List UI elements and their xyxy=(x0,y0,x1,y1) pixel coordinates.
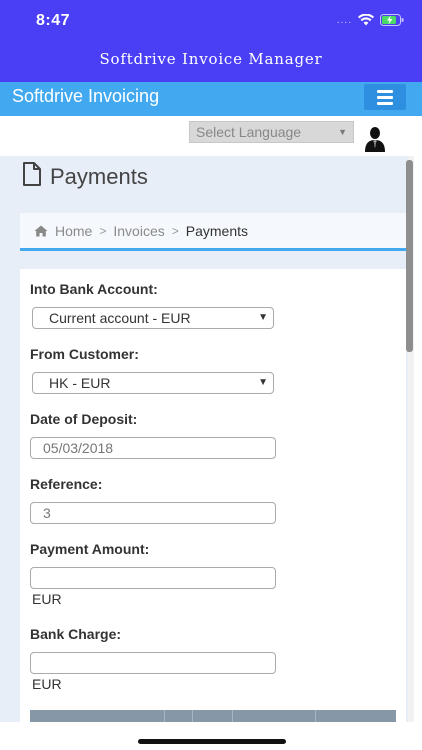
payment-amount-input[interactable] xyxy=(30,567,276,589)
page-title: Payments xyxy=(50,163,148,189)
app-title-bar: Softdrive Invoice Manager xyxy=(0,44,422,82)
app-title: Softdrive Invoice Manager xyxy=(99,50,323,68)
bank-charge-input[interactable] xyxy=(30,652,276,674)
bank-account-label: Into Bank Account: xyxy=(30,281,158,297)
document-icon xyxy=(22,162,42,191)
customer-value: HK - EUR xyxy=(49,375,111,391)
menu-bar-icon xyxy=(377,89,393,93)
breadcrumb-home-link[interactable]: Home xyxy=(55,223,92,239)
date-label: Date of Deposit: xyxy=(30,411,138,427)
bank-account-value: Current account - EUR xyxy=(49,310,191,326)
caret-down-icon: ▼ xyxy=(258,312,268,323)
table-header-cell xyxy=(233,710,316,722)
customer-select[interactable]: HK - EUR ▼ xyxy=(32,372,274,394)
menu-bar-icon xyxy=(377,95,393,99)
chevron-right-icon: > xyxy=(99,223,107,238)
table-header-cell xyxy=(30,710,165,722)
bottom-safe-area xyxy=(0,722,422,750)
home-indicator[interactable] xyxy=(138,739,286,744)
language-select[interactable]: Select Language ▼ xyxy=(189,121,354,143)
bank-charge-label: Bank Charge: xyxy=(30,626,122,642)
user-avatar-icon[interactable] xyxy=(364,126,386,157)
breadcrumb-current: Payments xyxy=(185,222,248,239)
breadcrumb-invoices-link[interactable]: Invoices xyxy=(113,223,164,239)
bank-charge-currency: EUR xyxy=(32,676,62,692)
brand-link[interactable]: Softdrive Invoicing xyxy=(12,86,159,107)
page-heading: Payments xyxy=(22,162,148,191)
language-select-label: Select Language xyxy=(196,124,302,140)
menu-bar-icon xyxy=(377,101,393,105)
reference-input[interactable]: 3 xyxy=(30,502,276,524)
breadcrumb: Home > Invoices > Payments xyxy=(20,213,406,251)
table-header xyxy=(30,710,396,722)
bank-account-select[interactable]: Current account - EUR ▼ xyxy=(32,307,274,329)
hamburger-menu-button[interactable] xyxy=(364,84,406,110)
language-row: Select Language ▼ xyxy=(0,116,422,156)
chevron-right-icon: > xyxy=(171,223,179,238)
scrollbar-thumb[interactable] xyxy=(406,160,413,352)
signal-icon: .... xyxy=(336,14,352,26)
caret-down-icon: ▼ xyxy=(338,127,347,137)
caret-down-icon: ▼ xyxy=(258,377,268,388)
table-header-cell xyxy=(165,710,193,722)
status-bar: 8:47 .... xyxy=(0,0,422,44)
payment-amount-currency: EUR xyxy=(32,591,62,607)
main-content: Payments Home > Invoices > Payments Into… xyxy=(0,156,408,722)
table-header-cell xyxy=(193,710,233,722)
battery-charging-icon xyxy=(380,14,404,26)
table-header-cell xyxy=(316,710,396,722)
status-time: 8:47 xyxy=(36,12,71,29)
home-icon xyxy=(34,225,48,237)
payment-amount-label: Payment Amount: xyxy=(30,541,150,557)
status-icons: .... xyxy=(337,14,404,26)
customer-label: From Customer: xyxy=(30,346,139,362)
reference-label: Reference: xyxy=(30,476,103,492)
date-of-deposit-input[interactable]: 05/03/2018 xyxy=(30,437,276,459)
payment-form: Into Bank Account: Current account - EUR… xyxy=(20,269,406,722)
nav-bar: Softdrive Invoicing xyxy=(0,82,422,116)
wifi-icon xyxy=(358,14,374,26)
